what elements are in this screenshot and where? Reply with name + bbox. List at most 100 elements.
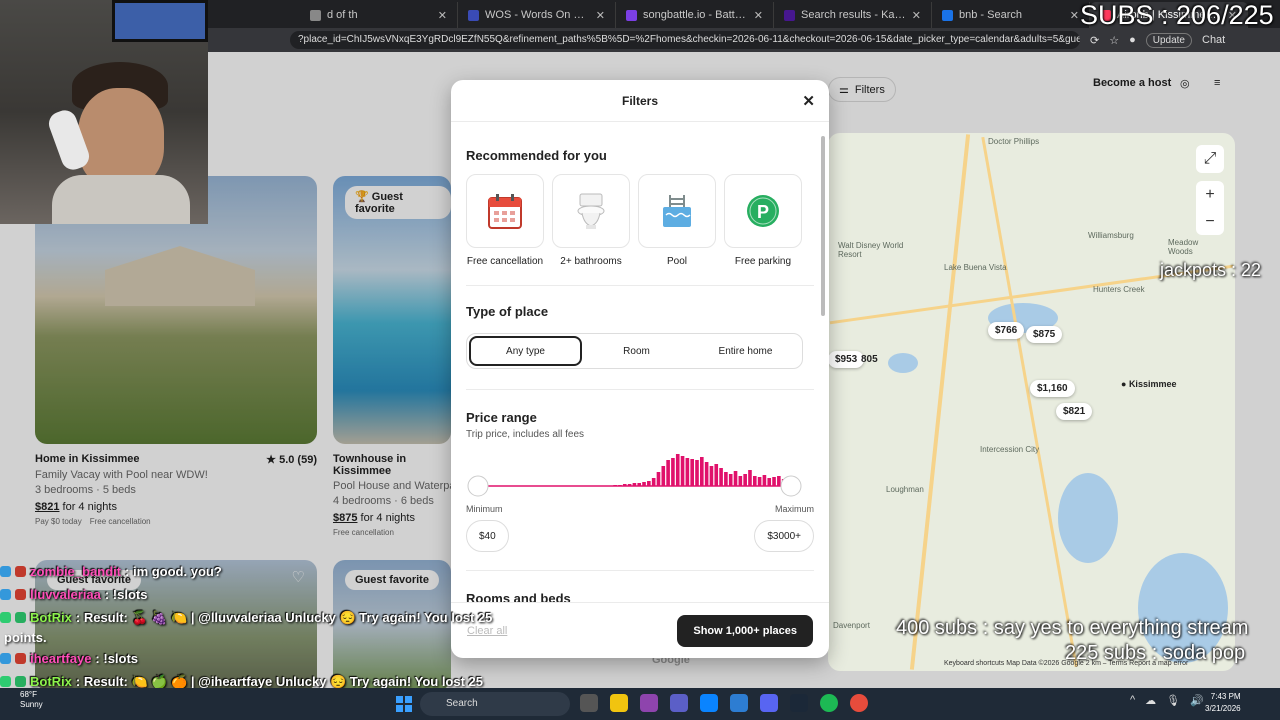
copilot-icon[interactable] [640,694,658,712]
profile-avatar[interactable]: ● [1129,34,1136,46]
map-price-pin[interactable]: $766 [988,322,1025,339]
file-explorer-icon[interactable] [610,694,628,712]
subs-counter: SUBS : 206/225 [1080,0,1274,30]
rec-label: Free parking [734,256,792,267]
zoom-out-icon[interactable]: − [1205,213,1214,231]
chat-badge-icon [15,589,26,600]
rec-label: Free cancellation [466,256,544,267]
price-max-handle[interactable] [780,475,802,497]
browser-tab[interactable]: songbattle.io - Battle Songs again ✕ [616,2,774,28]
spotify-icon[interactable] [820,694,838,712]
histogram-bar [772,477,776,486]
histogram-bar [714,464,719,486]
update-button[interactable]: Update [1145,32,1192,48]
clock[interactable]: 7:43 PM 3/21/2026 [1205,691,1241,715]
rec-label: 2+ bathrooms [560,256,622,267]
rec-pool[interactable]: Pool [638,174,716,267]
sub-goal-225: 225 subs : soda pop [1065,642,1246,664]
tab-favicon-icon [468,9,479,21]
rec-free-parking[interactable]: P Free parking [724,174,802,267]
histogram-bar [738,476,743,486]
obs-icon[interactable] [850,694,868,712]
chat-message: lluvvaleriaa: !slots [0,583,520,606]
modal-body[interactable]: Recommended for you Free cancellation 2+… [451,122,829,602]
type-option-room[interactable]: Room [582,336,691,366]
star-icon[interactable]: ☆ [1109,34,1119,47]
map-price-pin[interactable]: $821 [1056,403,1093,420]
type-of-place-heading: Type of place [466,304,549,319]
browser-tab[interactable]: d of th ✕ [300,2,458,28]
url-field[interactable]: ?place_id=ChIJ5wsVNxqE3YgRDcl9EZfN55Q&re… [290,31,1080,49]
maximum-price-input[interactable]: $3000+ [754,520,814,552]
histogram-bar [656,472,661,486]
map-price-pin[interactable]: $875 [1026,326,1063,343]
map-label: Williamsburg [1088,231,1134,240]
task-view-icon[interactable] [580,694,598,712]
tab-close-icon[interactable]: ✕ [912,9,921,22]
tab-close-icon[interactable]: ✕ [754,9,763,22]
taskbar-search[interactable]: Search [420,692,570,716]
histogram-bar [733,471,738,486]
chat-text: : Result: 🍒 🍇 🍋 | @lluvvaleriaa Unlucky … [75,610,493,625]
tab-favicon-icon [626,9,637,21]
browser-tab[interactable]: bnb - Search ✕ [932,2,1090,28]
discord-icon[interactable] [760,694,778,712]
expand-map-icon[interactable]: ⤢ [1196,145,1224,173]
type-option-entire-home[interactable]: Entire home [691,336,800,366]
close-icon[interactable]: ✕ [802,92,815,110]
refresh-icon[interactable]: ⟳ [1090,34,1099,47]
minimum-label: Minimum [466,504,503,514]
histogram-bar [695,460,699,486]
tab-close-icon[interactable]: ✕ [438,9,447,22]
browser-tab[interactable]: WOS - Words On Stream ✕ [458,2,616,28]
modal-scrollbar[interactable] [820,126,826,596]
tab-close-icon[interactable]: ✕ [596,9,605,22]
price-min-handle[interactable] [467,475,489,497]
parking-icon: P [724,174,802,248]
rec-2-bathrooms[interactable]: 2+ bathrooms [552,174,630,267]
tab-title: bnb - Search [959,9,1022,21]
mic-icon[interactable]: 🎙 [1166,694,1180,707]
price-histogram [466,448,814,498]
histogram-bar [752,476,757,486]
tab-close-icon[interactable]: ✕ [1070,9,1079,22]
modal-header: Filters ✕ [451,80,829,122]
show-places-button[interactable]: Show 1,000+ places [677,614,813,647]
volume-icon[interactable]: 🔊 [1190,694,1204,707]
chat-text: : im good. you? [125,564,222,579]
windows-start-icon[interactable] [396,696,412,712]
map-price-pin[interactable]: 805 [854,351,885,368]
zoom-controls: + − [1196,181,1224,235]
type-option-any[interactable]: Any type [469,336,582,366]
chat-message: iheartfaye: !slots [0,647,520,670]
zoom-in-icon[interactable]: + [1205,186,1214,204]
pool-icon [638,174,716,248]
sub-goal-400: 400 subs : say yes to everything stream [896,617,1249,639]
histogram-bar [647,481,651,486]
chat-badge-icon [15,653,26,664]
cloud-icon[interactable]: ☁ [1145,694,1156,707]
chevron-up-icon[interactable]: ^ [1130,694,1135,707]
chat-line-continuation: points. [4,630,47,645]
minimum-price-input[interactable]: $40 [466,520,509,552]
histogram-bar [767,478,772,486]
taskbar-apps [580,694,868,712]
chat-username: BotRix [30,610,72,625]
teams-icon[interactable] [670,694,688,712]
steam-icon[interactable] [790,694,808,712]
edge-icon[interactable] [700,694,718,712]
chat-badge-icon [0,676,11,687]
rec-free-cancellation[interactable]: Free cancellation [466,174,544,267]
map[interactable]: ⤢ + − Doctor Phillips Williamsburg Walt … [828,133,1235,671]
chat-message: BotRix: Result: 🍒 🍇 🍋 | @lluvvaleriaa Un… [0,606,520,629]
chat-button[interactable]: Chat [1202,34,1225,46]
map-location-label: ● Kissimmee [1121,379,1177,389]
browser-tab[interactable]: Search results - Kahoot! ✕ [774,2,932,28]
store-icon[interactable] [730,694,748,712]
histogram-bar [728,474,733,486]
chat-badge-icon [15,612,26,623]
price-range-subheading: Trip price, includes all fees [466,429,585,440]
map-label: Walt Disney World Resort [838,241,904,259]
map-price-pin[interactable]: $1,160 [1030,380,1075,397]
weather-widget[interactable]: 68°F Sunny [20,690,43,710]
